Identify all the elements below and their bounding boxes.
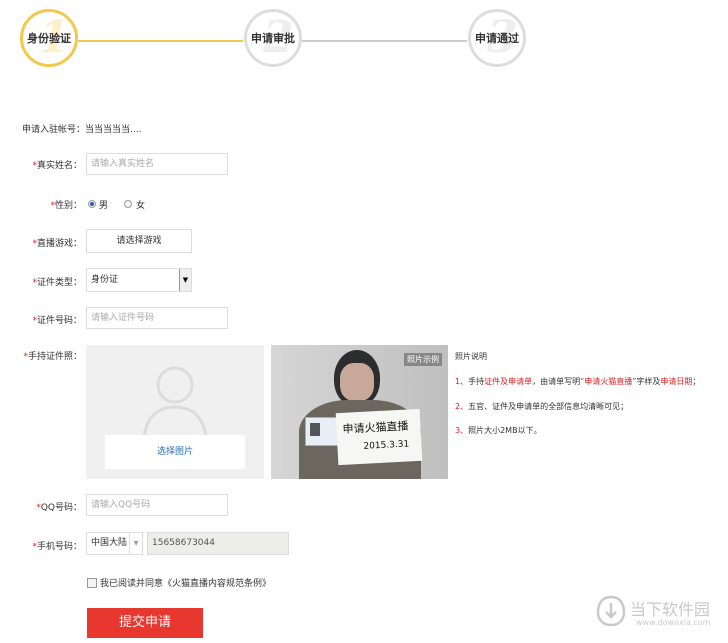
watermark-url: www.downxia.com xyxy=(636,618,711,627)
step-approval: 2 申请审批 xyxy=(244,9,302,67)
account-label: 申请入驻帐号：当当当当当.... xyxy=(22,125,142,135)
sample-tag: 照片示例 xyxy=(404,353,442,366)
avatar-placeholder-icon xyxy=(142,366,208,443)
gender-female-label: 女 xyxy=(136,201,146,211)
photo-label: *手持证件照： xyxy=(23,352,82,362)
phone-input[interactable]: 15658673044 xyxy=(147,532,289,555)
watermark-icon xyxy=(596,595,626,627)
chevron-down-icon[interactable]: ▼ xyxy=(179,269,191,291)
watermark-logo: 当下软件园 www.downxia.com xyxy=(596,593,726,633)
phone-region-value: 中国大陆 xyxy=(91,538,128,548)
agree-link[interactable]: 《火猫直播内容规范条例》 xyxy=(163,579,271,589)
step-connector-2 xyxy=(302,40,467,42)
select-image-button[interactable]: 选择图片 xyxy=(105,435,245,469)
sample-sign-line2: 2015.3.31 xyxy=(363,439,410,452)
photo-note-1: 1、手持证件及申请单，由请单写明“申请火猫直播”字样及申请日期； xyxy=(455,377,701,386)
sample-sign-line1: 申请火猫直播 xyxy=(342,419,409,436)
idtype-label: *证件类型： xyxy=(32,278,82,288)
qq-label: *QQ号码： xyxy=(36,503,82,513)
step-passed: 3 申请通过 xyxy=(468,9,526,67)
step-label: 身份验证 xyxy=(27,32,71,45)
idnum-label: *证件号码： xyxy=(32,316,82,326)
gender-female-radio[interactable] xyxy=(124,200,132,208)
photo-note-3: 3、照片大小2MB以下。 xyxy=(455,426,542,435)
step-identity: 1 身份验证 xyxy=(20,9,78,67)
idnum-input[interactable]: 请输入证件号码 xyxy=(86,307,228,329)
step-connector-1 xyxy=(78,40,243,42)
qq-input[interactable]: 请输入QQ号码 xyxy=(86,494,228,516)
game-label: *直播游戏： xyxy=(32,239,82,249)
sample-person-face xyxy=(340,363,374,401)
sample-photo: 申请火猫直播 2015.3.31 照片示例 xyxy=(271,345,448,479)
agree-checkbox[interactable] xyxy=(87,578,97,588)
idtype-select[interactable]: 身份证 ▼ xyxy=(86,268,192,292)
realname-input[interactable]: 请输入真实姓名 xyxy=(86,153,228,175)
agree-text: 我已阅读并同意《火猫直播内容规范条例》 xyxy=(100,579,272,589)
gender-male-label: 男 xyxy=(99,201,109,211)
chevron-down-icon[interactable]: ▼ xyxy=(129,533,142,554)
photo-note-2: 2、五官、证件及申请单的全部信息均清晰可见； xyxy=(455,402,629,411)
phone-label: *手机号码： xyxy=(32,542,82,552)
gender-label: *性别： xyxy=(50,201,82,211)
step-label: 申请审批 xyxy=(251,32,295,45)
submit-button[interactable]: 提交申请 xyxy=(87,608,203,638)
idtype-value: 身份证 xyxy=(91,275,119,285)
step-label: 申请通过 xyxy=(475,32,519,45)
gender-male-radio[interactable] xyxy=(88,200,96,208)
select-game-button[interactable]: 请选择游戏 xyxy=(86,229,192,253)
photo-upload-box[interactable]: 选择图片 xyxy=(86,345,264,479)
phone-region-select[interactable]: 中国大陆 ▼ xyxy=(86,532,143,555)
sample-sign-sheet: 申请火猫直播 2015.3.31 xyxy=(335,408,423,466)
realname-label: *真实姓名： xyxy=(32,161,82,171)
photo-notes-title: 照片说明 xyxy=(455,352,487,361)
account-value: 当当当当当.... xyxy=(85,125,142,135)
watermark-text: 当下软件园 xyxy=(630,600,711,619)
